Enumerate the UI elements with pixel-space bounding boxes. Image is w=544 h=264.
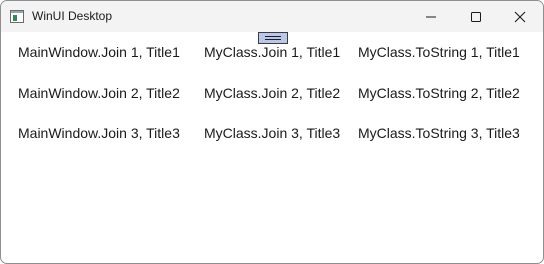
list-item-class-tostring: MyClass.ToString 2, Title2 [358,85,520,101]
maximize-button[interactable] [453,1,499,32]
close-button[interactable] [497,1,543,32]
minimize-icon [426,16,436,17]
list-item-class-join: MyClass.Join 1, Title1 [204,44,341,60]
list-item-class-tostring: MyClass.ToString 1, Title1 [358,44,520,60]
window-app-icon [10,10,24,23]
window-title: WinUI Desktop [32,9,113,23]
list-item-class-join: MyClass.Join 2, Title2 [204,85,341,101]
app-window: WinUI Desktop MainWindow.Join 1, Title1 … [0,0,544,264]
title-bar[interactable]: WinUI Desktop [1,1,543,32]
list-item-main-join: MainWindow.Join 1, Title1 [18,44,180,60]
list-item-class-tostring: MyClass.ToString 3, Title3 [358,125,520,141]
list-item-main-join: MainWindow.Join 2, Title2 [18,85,180,101]
item-list: MainWindow.Join 1, Title1 MyClass.Join 1… [1,32,543,263]
maximize-icon [471,11,481,22]
list-item-class-join: MyClass.Join 3, Title3 [204,125,341,141]
minimize-button[interactable] [408,1,454,32]
list-item-main-join: MainWindow.Join 3, Title3 [18,125,180,141]
close-icon [514,11,526,22]
